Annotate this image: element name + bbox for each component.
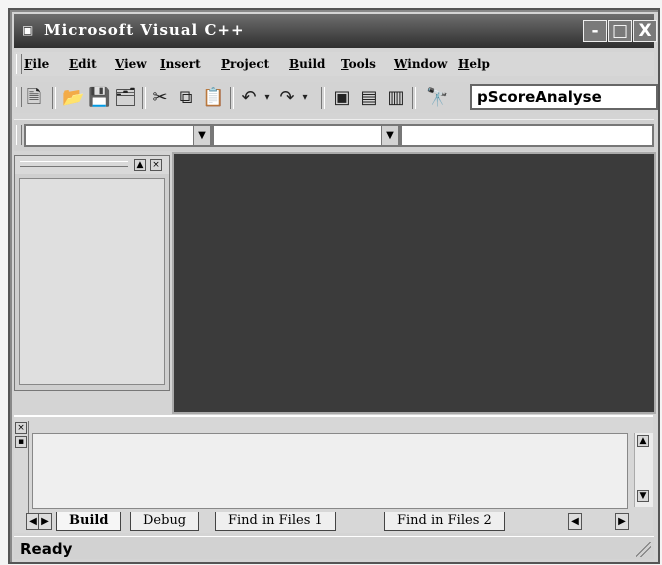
visual-cpp-window: ▣ Microsoft Visual C++ - □ X File Edit V… (8, 8, 660, 564)
tab-scroll-right-icon[interactable]: ▶ (38, 513, 52, 530)
close-icon[interactable]: × (150, 159, 162, 171)
combo-dropdown-icon[interactable]: ▼ (381, 126, 398, 145)
workspace-tree[interactable] (19, 178, 165, 385)
save-disk-icon[interactable]: 💾 (88, 88, 110, 108)
output-tabs: ◀ ▶ Build Debug Find in Files 1 Find in … (26, 512, 629, 533)
menu-bar: File Edit View Insert Project Build Tool… (14, 52, 654, 76)
horizontal-scroll-left-icon[interactable]: ◀ (568, 513, 582, 530)
undo-dropdown-icon[interactable]: ▾ (257, 88, 277, 108)
status-bar: Ready (14, 536, 654, 559)
menu-help[interactable]: Help (458, 57, 490, 71)
workspace-pane: ▲ × (14, 155, 170, 391)
close-icon[interactable]: × (15, 422, 27, 434)
menu-file[interactable]: File (24, 57, 49, 71)
menu-window[interactable]: Window (394, 57, 447, 71)
cut-icon[interactable]: ✂ (150, 88, 170, 108)
dock-icon[interactable]: ▪ (15, 436, 27, 448)
open-folder-icon[interactable]: 📂 (62, 88, 84, 108)
resize-grip[interactable] (636, 542, 651, 557)
toolbar-grip[interactable] (16, 87, 22, 107)
undo-icon[interactable]: ↶ (239, 88, 259, 108)
output-pane: × ▪ ▲ ▼ ◀ ▶ Build Debug Find in Files 1 … (14, 415, 653, 533)
save-all-icon[interactable]: 🗂 (114, 88, 137, 108)
copy-icon[interactable]: ⧉ (176, 88, 196, 108)
tab-find-in-files-1[interactable]: Find in Files 1 (215, 512, 336, 531)
workspace-icon[interactable]: ▣ (332, 88, 352, 108)
tab-build[interactable]: Build (56, 512, 122, 531)
output-text-area[interactable] (32, 433, 628, 509)
minimize-button[interactable]: - (583, 20, 607, 42)
filter-combo[interactable]: ▼ (212, 124, 400, 147)
new-text-file-icon[interactable]: 🗎 (24, 88, 44, 108)
class-combo[interactable]: ▼ (24, 124, 212, 147)
project-combo[interactable]: pScoreAnalyse (470, 84, 658, 110)
menu-view[interactable]: View (115, 57, 147, 71)
maximize-button[interactable]: □ (608, 20, 632, 42)
toolbar-separator (321, 87, 325, 109)
redo-dropdown-icon[interactable]: ▾ (295, 88, 315, 108)
scroll-up-icon[interactable]: ▲ (637, 435, 649, 447)
status-text: Ready (20, 540, 73, 558)
menu-tools[interactable]: Tools (341, 57, 376, 71)
output-side-bar: × ▪ (14, 421, 29, 521)
redo-icon[interactable]: ↷ (277, 88, 297, 108)
title-bar[interactable]: ▣ Microsoft Visual C++ - □ X (14, 14, 657, 48)
workspace-header[interactable]: ▲ × (15, 156, 169, 174)
close-button[interactable]: X (633, 20, 657, 42)
app-icon: ▣ (22, 23, 34, 37)
horizontal-scroll-right-icon[interactable]: ▶ (615, 513, 629, 530)
window-title: Microsoft Visual C++ (44, 21, 245, 39)
screenshot-scan: ▣ Microsoft Visual C++ - □ X File Edit V… (0, 0, 662, 565)
output-window-icon[interactable]: ▤ (359, 88, 379, 108)
combo-dropdown-icon[interactable]: ▼ (193, 126, 210, 145)
menu-build[interactable]: Build (289, 57, 325, 71)
tab-find-in-files-2[interactable]: Find in Files 2 (384, 512, 505, 531)
wizard-bar-grip[interactable] (16, 125, 22, 145)
find-in-files-icon[interactable]: 🔭 (426, 88, 448, 108)
toolbar-separator (142, 87, 146, 109)
menu-project[interactable]: Project (221, 57, 269, 71)
editor-area[interactable] (172, 152, 656, 414)
vertical-scrollbar[interactable]: ▲ ▼ (634, 433, 653, 507)
members-combo[interactable] (400, 124, 654, 147)
standard-toolbar: 🗎 📂 💾 🗂 ✂ ⧉ 📋 ↶ ▾ ↷ ▾ ▣ ▤ ▥ 🔭 pScoreAnal… (14, 82, 658, 113)
workspace-grip[interactable] (20, 161, 128, 167)
tab-debug[interactable]: Debug (130, 512, 200, 531)
windows-list-icon[interactable]: ▥ (386, 88, 406, 108)
toolbar-separator (52, 87, 56, 109)
scroll-down-icon[interactable]: ▼ (637, 490, 649, 502)
menu-insert[interactable]: Insert (160, 57, 201, 71)
paste-icon[interactable]: 📋 (202, 88, 224, 108)
toolbar-separator (230, 87, 234, 109)
toolbar-separator (412, 87, 416, 109)
menu-grip[interactable] (16, 54, 22, 74)
restore-icon[interactable]: ▲ (134, 159, 146, 171)
menu-edit[interactable]: Edit (69, 57, 97, 71)
wizard-bar: ▼ ▼ (14, 119, 654, 151)
